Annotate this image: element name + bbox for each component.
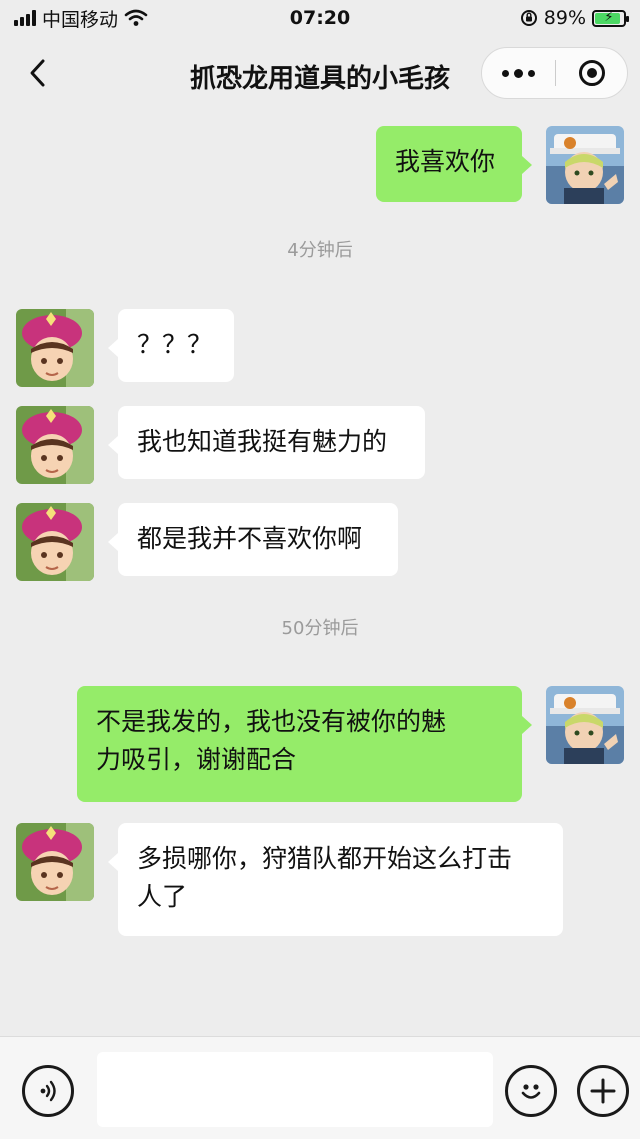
bubble-tail [108, 533, 118, 551]
status-left: 中国移动 [14, 5, 148, 32]
status-bar: 中国移动 07:20 89% ⚡ [0, 0, 640, 36]
more-dots-icon [502, 69, 509, 77]
emoji-button[interactable] [505, 1065, 557, 1117]
chevron-left-icon [30, 59, 45, 87]
contact-avatar[interactable] [16, 823, 94, 901]
contact-avatar[interactable] [16, 309, 94, 387]
wifi-icon [124, 9, 148, 26]
bubble-tail [108, 339, 118, 357]
nav-bar: 抓恐龙用道具的小毛孩 [0, 36, 640, 108]
back-button[interactable] [22, 56, 52, 90]
message-text: 我喜欢你 [395, 147, 496, 176]
voice-button[interactable] [22, 1065, 74, 1117]
message-bubble-in[interactable]: 多损哪你，狩猎队都开始这么打击 人了 [118, 823, 563, 936]
message-text-line: 不是我发的，我也没有被你的魅 [96, 707, 447, 736]
timestamp: 4分钟后 [287, 240, 353, 261]
target-close-icon [578, 60, 605, 86]
my-avatar[interactable] [546, 126, 624, 204]
message-text: 我也知道我挺有魅力的 [137, 427, 388, 456]
contact-avatar[interactable] [16, 406, 94, 484]
message-text-line: 多损哪你，狩猎队都开始这么打击 [137, 844, 513, 873]
message-bubble-in[interactable]: 都是我并不喜欢你啊 [118, 503, 398, 576]
message-text: ？？？ [137, 330, 213, 359]
timestamp: 50分钟后 [281, 618, 359, 639]
message-bubble-in[interactable]: 我也知道我挺有魅力的 [118, 406, 425, 479]
rotation-lock-icon [520, 10, 537, 26]
contact-avatar[interactable] [16, 503, 94, 581]
voice-icon [40, 1080, 56, 1102]
input-bar [0, 1036, 640, 1139]
message-bubble-out[interactable]: 我喜欢你 [376, 126, 522, 202]
more-dot-center [514, 68, 523, 78]
message-text-line: 力吸引，谢谢配合 [96, 745, 297, 774]
emoji-icon [521, 1084, 541, 1099]
bubble-tail [108, 853, 118, 871]
bubble-tail [522, 716, 532, 734]
battery-percent: 89% [543, 7, 586, 29]
signal-icon [14, 10, 36, 26]
bubble-tail [522, 156, 532, 174]
plus-icon [590, 1078, 616, 1104]
plus-button[interactable] [577, 1065, 629, 1117]
battery-icon: ⚡ [592, 9, 629, 27]
more-dot-right [528, 69, 535, 77]
status-right: 89% ⚡ [520, 7, 629, 29]
more-button[interactable] [482, 48, 555, 98]
message-text-line: 人了 [137, 882, 188, 911]
close-button[interactable] [556, 48, 627, 98]
my-avatar[interactable] [546, 686, 624, 764]
bubble-tail [108, 436, 118, 454]
message-input[interactable] [97, 1052, 493, 1127]
message-bubble-in[interactable]: ？？？ [118, 309, 234, 382]
mini-program-capsule [481, 47, 628, 99]
message-text: 都是我并不喜欢你啊 [137, 524, 363, 553]
message-bubble-out[interactable]: 不是我发的，我也没有被你的魅 力吸引，谢谢配合 [77, 686, 522, 802]
carrier-label: 中国移动 [42, 8, 119, 31]
